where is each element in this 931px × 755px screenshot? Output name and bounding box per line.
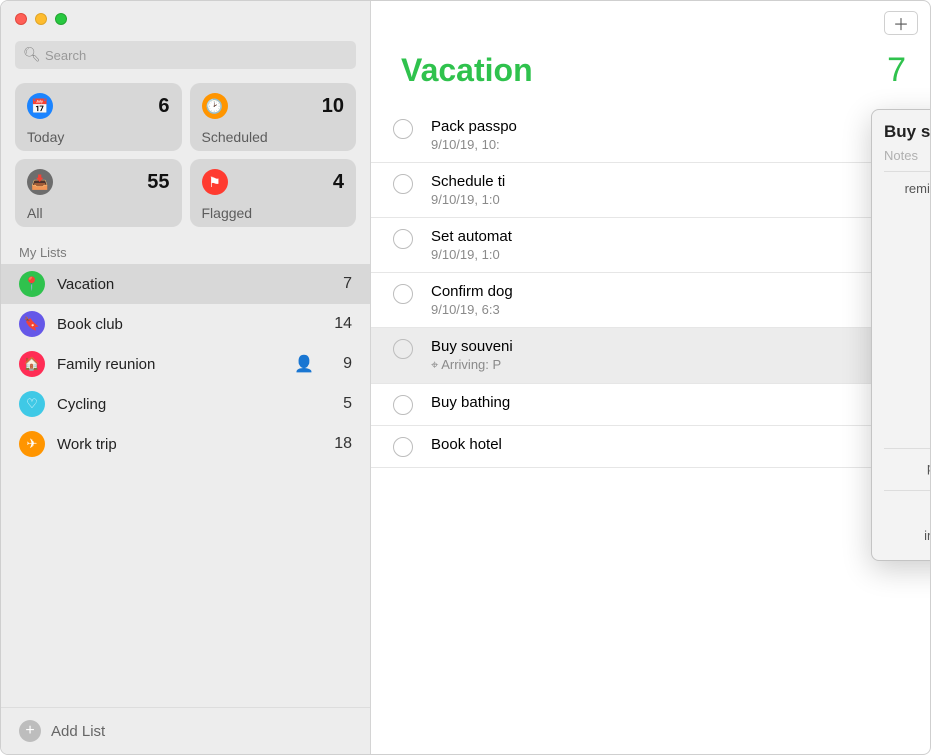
smart-scheduled-label: Scheduled — [202, 129, 345, 145]
sidebar-lists: 📍 Vacation7 🔖 Book club14 🏠 Family reunion👤 9 ♡… — [1, 264, 370, 707]
sidebar-item-work-trip[interactable]: ✈︎ Work trip18 — [1, 424, 370, 464]
add-list-button[interactable]: + Add List — [1, 707, 370, 754]
list-name: Vacation — [57, 276, 322, 293]
add-list-label: Add List — [51, 723, 105, 740]
reminder-row[interactable]: Confirm dog 9/10/19, 6:3 — [371, 273, 930, 328]
house-icon: 🏠 — [19, 351, 45, 377]
list-count: 18 — [322, 435, 352, 453]
reminder-checkbox[interactable] — [393, 284, 413, 304]
toolbar: ＋ — [371, 1, 930, 45]
url-label: URL — [884, 501, 931, 517]
smart-scheduled[interactable]: 🕑 10 Scheduled — [190, 83, 357, 151]
reminder-row[interactable]: Schedule ti 9/10/19, 1:0 — [371, 163, 930, 218]
new-reminder-button[interactable]: ＋ — [884, 11, 918, 35]
reminder-checkbox[interactable] — [393, 437, 413, 457]
search-icon: 🔍︎ — [23, 46, 41, 63]
shared-icon: 👤 — [294, 354, 314, 374]
calendar-icon: 📅 — [27, 93, 53, 119]
notes-field[interactable]: Notes — [884, 148, 931, 172]
reminder-row[interactable]: Buy souveni ⌖ Arriving: P — [371, 328, 930, 384]
fullscreen-window-button[interactable] — [55, 13, 67, 25]
smart-flagged-count: 4 — [333, 171, 344, 194]
smart-all[interactable]: 📥 55 All — [15, 159, 182, 227]
sidebar-item-family-reunion[interactable]: 🏠 Family reunion👤 9 — [1, 344, 370, 384]
smart-flagged[interactable]: ⚑ 4 Flagged — [190, 159, 357, 227]
list-count: 14 — [322, 315, 352, 333]
reminder-title: Confirm dog — [431, 283, 906, 300]
smart-scheduled-count: 10 — [322, 95, 344, 118]
reminder-row[interactable]: Book hotel — [371, 426, 930, 468]
reminder-subtitle: 9/10/19, 6:3 — [431, 302, 906, 317]
close-window-button[interactable] — [15, 13, 27, 25]
minimize-window-button[interactable] — [35, 13, 47, 25]
list-name: Family reunion — [57, 356, 294, 373]
smart-all-label: All — [27, 205, 170, 221]
sidebar-item-cycling[interactable]: ♡ Cycling5 — [1, 384, 370, 424]
remind-me-label: remind me — [884, 180, 931, 196]
list-name: Book club — [57, 316, 322, 333]
reminder-title: Set automat — [431, 228, 906, 245]
reminder-checkbox[interactable] — [393, 174, 413, 194]
sidebar: 🔍︎ 📅 6 Today 🕑 10 Scheduled — [1, 1, 371, 754]
search-input[interactable] — [15, 41, 356, 69]
reminder-subtitle: 9/10/19, 1:0 — [431, 192, 906, 207]
reminder-row[interactable]: Set automat 9/10/19, 1:0 — [371, 218, 930, 273]
smart-today[interactable]: 📅 6 Today — [15, 83, 182, 151]
reminder-title: Book hotel — [431, 436, 906, 453]
list-count: 7 — [322, 275, 352, 293]
sidebar-item-vacation[interactable]: 📍 Vacation7 — [1, 264, 370, 304]
reminder-checkbox[interactable] — [393, 119, 413, 139]
smart-list-grid: 📅 6 Today 🕑 10 Scheduled 📥 55 All — [1, 79, 370, 239]
priority-label: priority — [884, 459, 931, 475]
reminder-subtitle: 9/10/19, 10: — [431, 137, 906, 152]
smart-today-label: Today — [27, 129, 170, 145]
sidebar-item-book-club[interactable]: 🔖 Book club14 — [1, 304, 370, 344]
window-controls — [15, 13, 67, 25]
reminder-title: Pack passpo — [431, 118, 906, 135]
section-my-lists: My Lists — [1, 239, 370, 264]
detail-title: Buy souvenirs — [884, 122, 931, 142]
tray-icon: 📥 — [27, 169, 53, 195]
reminder-checkbox[interactable] — [393, 339, 413, 359]
list-count: 9 — [322, 355, 352, 373]
reminder-list: Pack passpo 9/10/19, 10: Schedule ti 9/10/1… — [371, 108, 930, 754]
plus-icon: + — [19, 720, 41, 742]
reminder-detail-popover: Buy souvenirs ⚑ Notes remind me On a Day — [871, 109, 931, 561]
reminder-subtitle: ⌖ Arriving: P — [431, 357, 906, 373]
heart-icon: ♡ — [19, 391, 45, 417]
list-title: Vacation — [401, 52, 533, 89]
images-label: images — [884, 527, 931, 543]
list-count: 5 — [322, 395, 352, 413]
smart-all-count: 55 — [147, 171, 169, 194]
flag-icon: ⚑ — [202, 169, 228, 195]
list-count: 7 — [887, 51, 906, 90]
smart-today-count: 6 — [158, 95, 169, 118]
pin-icon: 📍 — [19, 271, 45, 297]
reminder-title: Buy bathing — [431, 394, 906, 411]
reminder-row[interactable]: Buy bathing — [371, 384, 930, 426]
clock-icon: 🕑 — [202, 93, 228, 119]
list-name: Cycling — [57, 396, 322, 413]
plane-icon: ✈︎ — [19, 431, 45, 457]
smart-flagged-label: Flagged — [202, 205, 345, 221]
reminder-row[interactable]: Pack passpo 9/10/19, 10: — [371, 108, 930, 163]
reminder-title: Buy souveni — [431, 338, 906, 355]
window: 🔍︎ 📅 6 Today 🕑 10 Scheduled — [0, 0, 931, 755]
bookmark-icon: 🔖 — [19, 311, 45, 337]
list-name: Work trip — [57, 436, 322, 453]
reminder-checkbox[interactable] — [393, 229, 413, 249]
reminder-title: Schedule ti — [431, 173, 906, 190]
main-content: ＋ Vacation 7 Pack passpo 9/10/19, 10: Sche… — [371, 1, 930, 754]
reminder-checkbox[interactable] — [393, 395, 413, 415]
reminder-subtitle: 9/10/19, 1:0 — [431, 247, 906, 262]
